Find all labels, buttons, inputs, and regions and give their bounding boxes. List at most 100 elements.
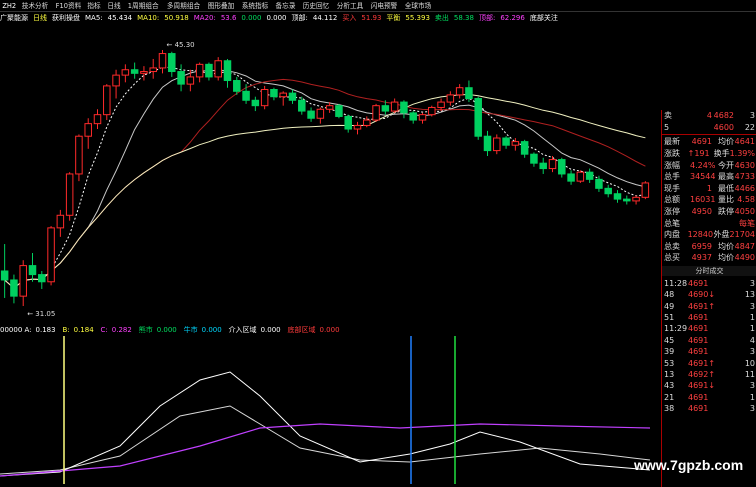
quote-cell: 总买 <box>664 253 680 263</box>
menu-global-market[interactable]: 全球市场 <box>405 1 432 11</box>
buy-label: 买入 <box>342 13 357 22</box>
ticks-list: 11:28 4691 3 48 4690↓ 13 49 4691↑ 3 51 4691 1 11:29 4… <box>662 278 756 415</box>
candle-body <box>93 114 102 125</box>
candlestick-chart[interactable]: ← 45.30 ← 31.05 <box>0 24 660 334</box>
quote-cell: 13 <box>664 370 675 380</box>
sub-indicator-info: 00000 A: 0.183 B: 0.184 C: 0.282 熊市 0.000 牛市… <box>0 325 660 335</box>
candle-body <box>418 114 427 121</box>
candle-body <box>121 69 130 76</box>
candle-body <box>567 173 575 182</box>
ma20-label: MA20: <box>193 13 216 22</box>
quote-cell: 3 <box>749 381 755 391</box>
candle-body <box>195 63 204 78</box>
sub-bull-label: 牛市 <box>183 326 198 334</box>
sub-bull-value: 0.000 <box>201 326 222 334</box>
quote-cell: 4682 <box>713 111 734 121</box>
sub-a-label: 00000 A: <box>0 326 32 334</box>
quote-row: 43 4691↓ 3 <box>662 380 756 391</box>
quote-cell: 3 <box>749 278 755 288</box>
menu-overlay[interactable]: 图形叠加 <box>208 1 235 11</box>
quote-cell: 跌停 <box>718 207 734 217</box>
quote-cell: 内盘 <box>664 230 680 240</box>
candle-body <box>75 135 83 175</box>
sub-bottom-value: 0.000 <box>319 326 340 334</box>
quote-cell: 涨停 <box>664 207 680 217</box>
quote-cell: 今开 <box>718 160 734 170</box>
candle-body <box>103 85 111 116</box>
quote-cell: 4600 <box>713 122 734 132</box>
candle-body <box>279 92 287 98</box>
ma-line-1 <box>4 69 646 289</box>
quote-row: 总买 4937 均价 4490 <box>662 252 756 264</box>
candle-body <box>47 227 55 283</box>
sub-entry-label: 介入区域 <box>228 326 257 334</box>
stock-name: 广聚能源 <box>0 13 28 22</box>
candle-body <box>316 108 325 119</box>
menu-history[interactable]: 历史回忆 <box>303 1 330 11</box>
ma5-label: MA5: <box>85 13 103 22</box>
quote-row: 39 4691 3 <box>662 346 756 357</box>
quote-cell: 34544 <box>690 172 716 182</box>
quote-row: 现手 1 最低 4466 <box>662 183 756 195</box>
sub-bottom-label: 底部区域 <box>287 326 316 334</box>
menu-technical[interactable]: 技术分析 <box>21 1 48 11</box>
quote-panel: 卖 4 4682 3 5 4600 22 最新 4691 均价 4641 涨跌 ↑191 换手 1.39%… <box>661 110 756 487</box>
candle-body <box>437 101 445 108</box>
menu-f10[interactable]: F10资料 <box>55 1 81 11</box>
quote-cell: 12840 <box>687 230 714 240</box>
menu-multi-period[interactable]: 多周期组合 <box>167 1 200 11</box>
ma-line-2 <box>4 78 646 289</box>
order-book: 卖 4 4682 3 5 4600 22 <box>662 110 756 133</box>
bottom-follow: 底部关注 <box>529 13 558 22</box>
quote-cell: 4691↑ <box>688 358 716 368</box>
candle-body <box>381 105 390 112</box>
sub-indicator-chart[interactable] <box>0 336 660 484</box>
candle-body <box>530 153 538 164</box>
candle-body <box>84 123 92 137</box>
sub-a-value: 0.183 <box>35 326 56 334</box>
quote-cell: 4691 <box>688 392 709 402</box>
sub-b-value: 0.184 <box>73 326 94 334</box>
menu-indicator[interactable]: 指标 <box>88 1 101 11</box>
menu-memo[interactable]: 备忘录 <box>275 1 295 11</box>
candle-body <box>242 90 250 101</box>
quote-cell: 53 <box>664 358 675 368</box>
menu-daily[interactable]: 日线 <box>108 1 121 11</box>
candle-body <box>465 87 473 99</box>
quote-cell: 最低 <box>718 183 734 193</box>
menu-analysis-tools[interactable]: 分析工具 <box>337 1 364 11</box>
candle-body <box>149 67 157 73</box>
candle-body <box>623 198 631 202</box>
quote-row: 内盘 12840 外盘 21704 <box>662 229 756 241</box>
quote-row: 涨停 4950 跌停 4050 <box>662 206 756 218</box>
sub-c-value: 0.282 <box>111 326 132 334</box>
quote-cell: 1.39% <box>729 149 755 159</box>
quote-row: 总笔 每笔 <box>662 217 756 229</box>
stock-code: ZH2 <box>2 1 17 10</box>
ticks-title[interactable]: 分时成交 <box>662 265 756 276</box>
sub-entry-value: 0.000 <box>260 326 281 334</box>
quote-cell: 换手 <box>713 149 730 159</box>
menu-system-indicator[interactable]: 系统指标 <box>242 1 269 11</box>
quote-cell: 4630 <box>734 160 755 170</box>
candle-body <box>585 171 594 180</box>
candle-body <box>641 182 650 198</box>
menu-flash-alert[interactable]: 闪电预警 <box>371 1 398 11</box>
quote-cell: 48 <box>664 290 675 300</box>
candle-body <box>455 87 464 96</box>
candle-body <box>140 71 148 74</box>
signal-line-a <box>0 405 651 475</box>
quote-cell: 涨幅 <box>664 160 680 170</box>
quote-row: 13 4692↑ 11 <box>662 369 756 380</box>
quote-cell: 4050 <box>734 207 755 217</box>
quote-row: 总手 34544 最高 4733 <box>662 171 756 183</box>
period-label: 日线 <box>33 13 47 22</box>
quote-cell: 1 <box>749 324 755 334</box>
flat-label: 平衡 <box>386 13 401 22</box>
high-label: ← 45.30 <box>167 41 195 49</box>
quote-cell: 4490 <box>734 253 755 263</box>
indicator-info-bar: 广聚能源 日线 获利操盘 MA5: 45.434 MA10: 50.918 MA20… <box>0 12 660 23</box>
menu-period-combo[interactable]: 1周期组合 <box>128 1 159 11</box>
quote-cell: 43 <box>664 381 675 391</box>
candle-body <box>632 196 640 202</box>
